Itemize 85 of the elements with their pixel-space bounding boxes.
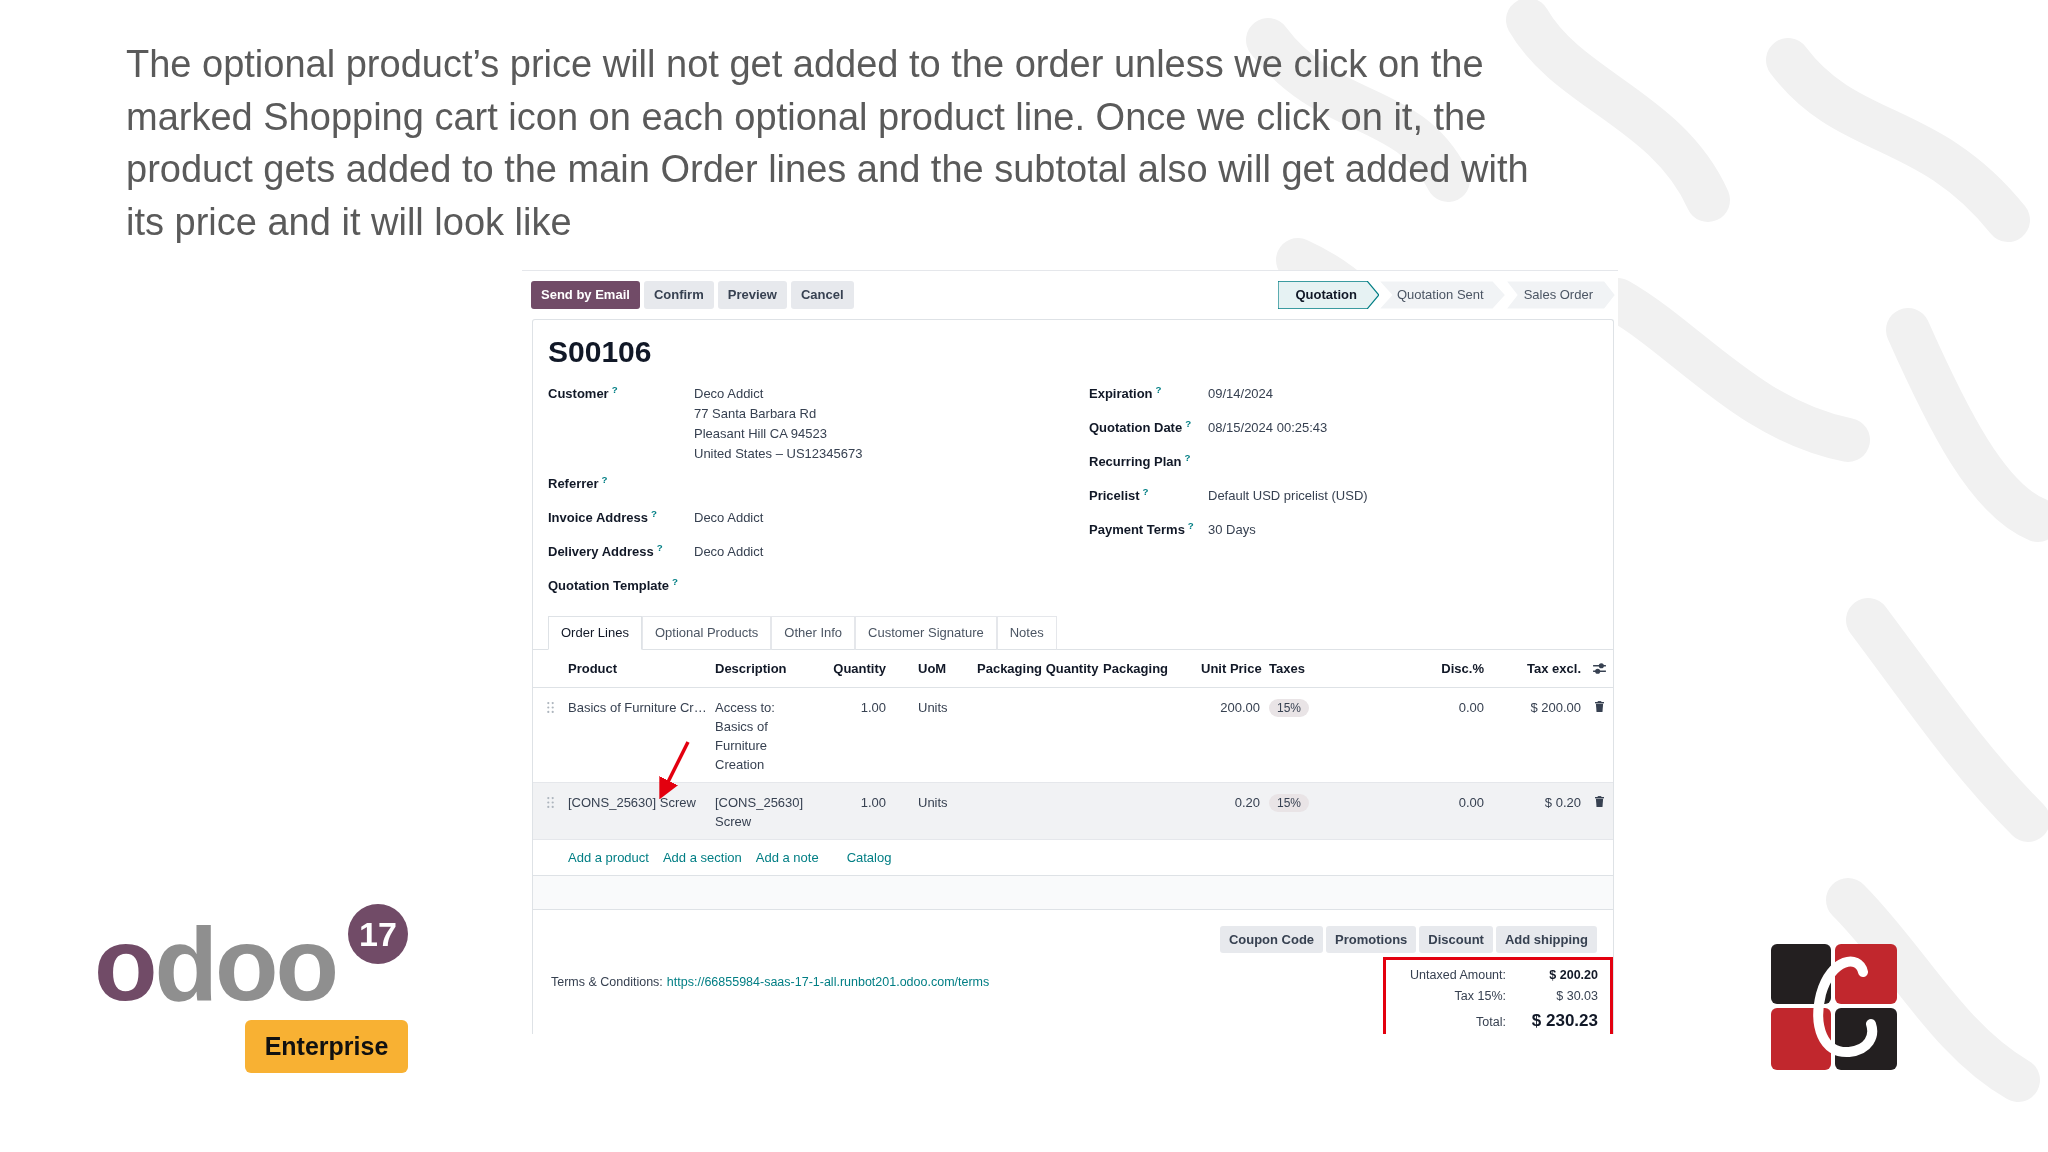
- version-badge: 17: [348, 904, 408, 964]
- record-title: S00106: [548, 334, 653, 370]
- promo-button[interactable]: Add shipping: [1495, 926, 1597, 953]
- field-value: Default USD pricelist (USD): [1208, 487, 1368, 505]
- table-cell: [CONS_25630] Screw: [568, 795, 696, 810]
- primary-button[interactable]: Send by Email: [531, 281, 640, 309]
- field-value: 08/15/2024 00:25:43: [1208, 419, 1328, 437]
- action-button[interactable]: Cancel: [790, 281, 854, 309]
- field-label: Invoice Address$^{?}$: [548, 508, 658, 527]
- table-cell: 0.20: [1234, 795, 1260, 810]
- total-value: $ 30.03: [1555, 987, 1598, 1005]
- field-label: Delivery Address$^{?}$: [548, 542, 664, 561]
- total-label: Tax 15%:: [1453, 987, 1506, 1005]
- trash-icon: [1595, 796, 1604, 807]
- status-step[interactable]: Sales Order: [1505, 281, 1615, 309]
- column-header: Description: [715, 659, 788, 678]
- tab[interactable]: Order Lines: [548, 616, 642, 650]
- terms-link[interactable]: https://66855984-saas-17-1-all.runbot201.odoo.com/terms: [666, 973, 990, 992]
- table-cell: 200.00: [1220, 700, 1260, 715]
- field-label: Payment Terms$^{?}$: [1089, 520, 1195, 539]
- brand-wordmark: odoo: [94, 912, 337, 1016]
- table-cell: Access to: Basics of Furniture Creation: [715, 700, 775, 772]
- settings-icon: [1593, 663, 1606, 674]
- column-header: Disc.%: [1440, 659, 1484, 678]
- field-label: Quotation Template$^{?}$: [548, 576, 680, 595]
- tab[interactable]: Other Info: [771, 616, 856, 650]
- edition-badge: Enterprise: [245, 1020, 408, 1073]
- table-cell: $ 200.00: [1530, 700, 1581, 715]
- total-label: Untaxed Amount:: [1409, 967, 1506, 984]
- column-header: Packaging Quantity: [977, 659, 1100, 678]
- column-header: Packaging: [1103, 659, 1170, 678]
- total-value: $ 200.20: [1548, 967, 1598, 984]
- field-value: 30 Days: [1208, 521, 1256, 539]
- add-link[interactable]: Catalog: [846, 847, 892, 868]
- tab[interactable]: Optional Products: [641, 616, 772, 650]
- table-cell: 0.00: [1458, 700, 1484, 715]
- table-cell: Units: [918, 700, 948, 715]
- field-value: 77 Santa Barbara Rd: [694, 405, 818, 423]
- column-header: Product: [568, 659, 619, 678]
- field-label: Quotation Date$^{?}$: [1089, 418, 1193, 437]
- terms-label: Terms & Conditions:: [551, 974, 663, 991]
- table-cell: $ 0.20: [1544, 795, 1581, 810]
- field-value: Deco Addict: [694, 509, 764, 527]
- drag-handle-icon: [547, 797, 554, 808]
- add-link[interactable]: Add a product: [568, 847, 649, 868]
- field-value: United States – US12345673: [694, 445, 863, 463]
- field-label: Pricelist$^{?}$: [1089, 486, 1150, 505]
- total-label: Total:: [1475, 1013, 1506, 1031]
- promo-button[interactable]: Promotions: [1326, 926, 1417, 953]
- table-cell: Units: [918, 795, 948, 810]
- tax-tag: 15%: [1269, 794, 1310, 812]
- add-link[interactable]: Add a note: [755, 847, 819, 868]
- field-value: Deco Addict: [694, 543, 764, 561]
- column-header: Unit Price: [1201, 659, 1260, 678]
- table-cell: [CONS_25630] Screw: [715, 795, 804, 829]
- table-cell: 1.00: [860, 700, 886, 715]
- field-label: Referrer$^{?}$: [548, 474, 609, 493]
- company-logo-icon: [1771, 944, 1897, 1070]
- action-button[interactable]: Confirm: [643, 281, 714, 309]
- tax-tag: 15%: [1269, 699, 1310, 717]
- table-cell: 1.00: [860, 795, 886, 810]
- tab[interactable]: Customer Signature: [855, 616, 997, 650]
- promo-button[interactable]: Coupon Code: [1219, 926, 1324, 953]
- caption-text: The optional product’s price will not get added to the order unless we click on the marked Shopping cart icon on each optional product line. Once we click on it, the product gets added to the main Order lines and the subtotal also will get added with its price and it will look like: [126, 42, 1530, 245]
- status-step[interactable]: Quotation: [1277, 281, 1379, 309]
- column-header: Quantity: [832, 659, 886, 678]
- column-header: UoM: [917, 659, 948, 678]
- table-cell: Basics of Furniture Cr…: [568, 700, 707, 715]
- field-value: Deco Addict: [694, 385, 765, 403]
- field-label: Recurring Plan$^{?}$: [1089, 452, 1192, 471]
- promo-button[interactable]: Discount: [1419, 926, 1493, 953]
- field-value: Pleasant Hill CA 94523: [694, 425, 828, 443]
- column-header: Tax excl.: [1526, 659, 1581, 678]
- field-label: Expiration$^{?}$: [1089, 384, 1163, 403]
- field-label: Customer$^{?}$: [548, 384, 619, 403]
- field-value: 09/14/2024: [1208, 385, 1274, 403]
- total-value: $ 230.23: [1530, 1009, 1598, 1032]
- trash-icon: [1595, 701, 1604, 712]
- action-button[interactable]: Preview: [717, 281, 787, 309]
- add-link[interactable]: Add a section: [662, 847, 742, 868]
- tab[interactable]: Notes: [996, 616, 1057, 650]
- column-header: Taxes: [1268, 659, 1306, 678]
- status-step[interactable]: Quotation Sent: [1378, 281, 1506, 309]
- table-cell: 0.00: [1458, 795, 1484, 810]
- drag-handle-icon: [547, 702, 554, 713]
